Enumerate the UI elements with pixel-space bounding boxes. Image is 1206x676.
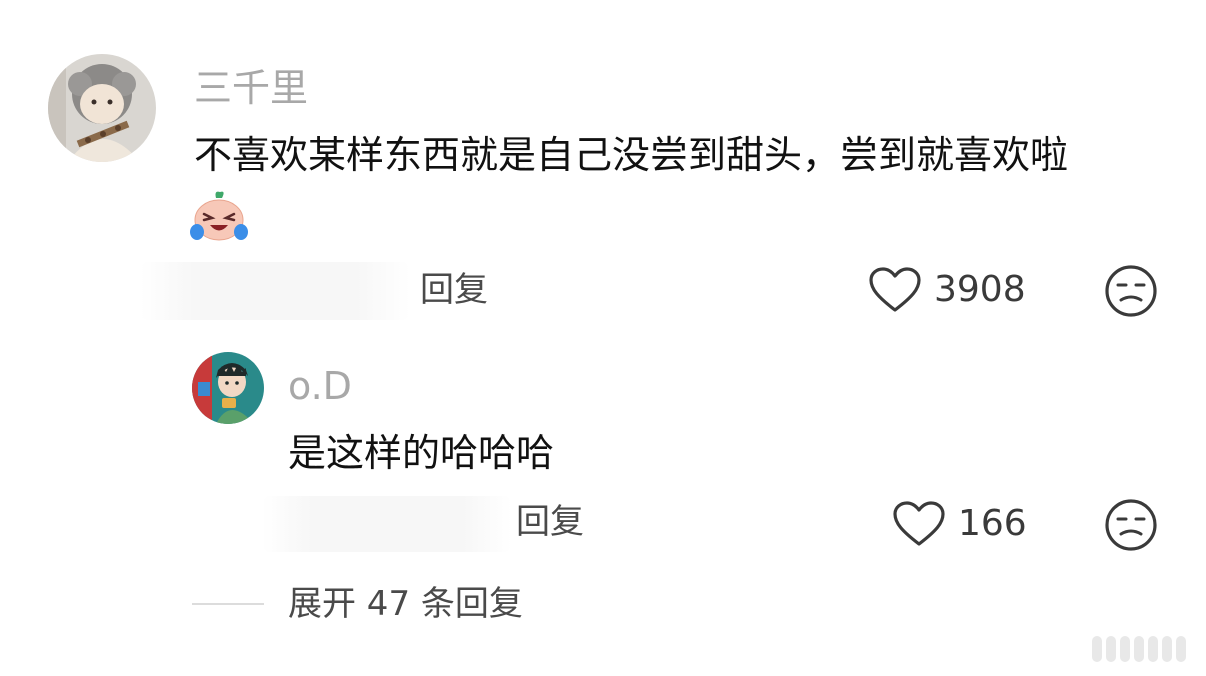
meh-face-icon[interactable] xyxy=(1104,264,1158,318)
plush-doll-avatar-image xyxy=(48,54,156,162)
reply-reply-button[interactable]: 回复 xyxy=(516,502,584,542)
obscured-timestamp xyxy=(140,262,410,320)
status-bars-icon xyxy=(1092,636,1186,662)
reply-like-count: 166 xyxy=(958,503,1027,544)
comment-reply-button[interactable]: 回复 xyxy=(420,270,488,310)
heart-outline-icon xyxy=(893,501,945,546)
reply-like-button[interactable]: 166 xyxy=(892,500,1027,548)
laughing-crying-peach-icon xyxy=(190,190,248,242)
expand-replies-label: 展开 47 条回复 xyxy=(288,584,523,624)
expand-divider-line xyxy=(192,603,264,605)
reply-avatar[interactable] xyxy=(192,352,264,424)
comment-avatar[interactable] xyxy=(48,54,156,162)
obscured-timestamp xyxy=(262,496,512,552)
meh-face-icon[interactable] xyxy=(1104,498,1158,552)
comment-like-button[interactable]: 3908 xyxy=(868,266,1026,314)
comment-username[interactable]: 三千里 xyxy=(194,66,308,110)
reply-username[interactable]: o.D xyxy=(288,364,352,408)
comment-thread: 三千里 不喜欢某样东西就是自己没尝到甜头，尝到就喜欢啦 回复 3908 o.D … xyxy=(0,0,1206,676)
expand-replies-button[interactable]: 展开 47 条回复 xyxy=(192,584,523,624)
reply-text: 是这样的哈哈哈 xyxy=(288,431,555,475)
comment-text: 不喜欢某样东西就是自己没尝到甜头，尝到就喜欢啦 xyxy=(194,133,1069,177)
heart-outline-icon xyxy=(869,267,921,312)
anime-character-avatar-image xyxy=(192,352,264,424)
comment-like-count: 3908 xyxy=(934,269,1026,310)
